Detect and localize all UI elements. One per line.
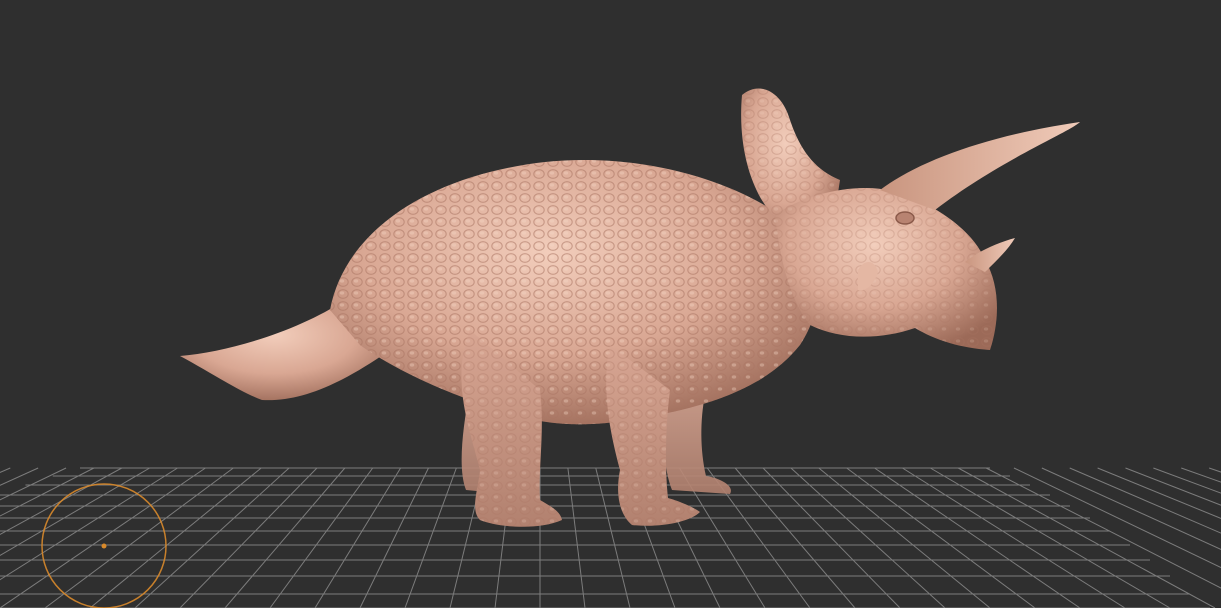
grid-column-line: [179, 467, 318, 608]
triceratops-model[interactable]: [180, 88, 1080, 527]
grid-column-line: [0, 467, 11, 473]
grid-column-line: [1041, 467, 1221, 550]
3d-viewport[interactable]: [0, 0, 1221, 608]
brush-center-dot: [101, 543, 107, 549]
grid-column-line: [0, 467, 67, 501]
grid-column-line: [985, 467, 1221, 589]
grid-column-line: [1125, 467, 1221, 506]
grid-column-line: [846, 467, 1036, 608]
grid-column-line: [0, 467, 39, 486]
grid-column-line: [134, 467, 290, 608]
grid-column-line: [89, 467, 262, 608]
brow-horn: [880, 122, 1080, 210]
grid-column-line: [1181, 467, 1221, 483]
grid-column-line: [902, 467, 1126, 608]
floor-grid: [0, 467, 1221, 608]
body-scales: [330, 159, 818, 425]
grid-column-line: [404, 467, 457, 608]
eye: [895, 211, 915, 225]
grid-column-line: [762, 467, 901, 608]
grid-column-line: [44, 467, 234, 608]
brush-cursor[interactable]: [41, 483, 167, 608]
viewport-canvas[interactable]: [0, 0, 1221, 608]
grid-column-line: [1153, 467, 1221, 494]
grid-column-line: [957, 467, 1216, 608]
grid-column-line: [930, 467, 1171, 608]
grid-column-line: [359, 467, 429, 608]
grid-column-line: [790, 467, 946, 608]
grid-column-line: [567, 467, 586, 608]
grid-column-line: [818, 467, 991, 608]
